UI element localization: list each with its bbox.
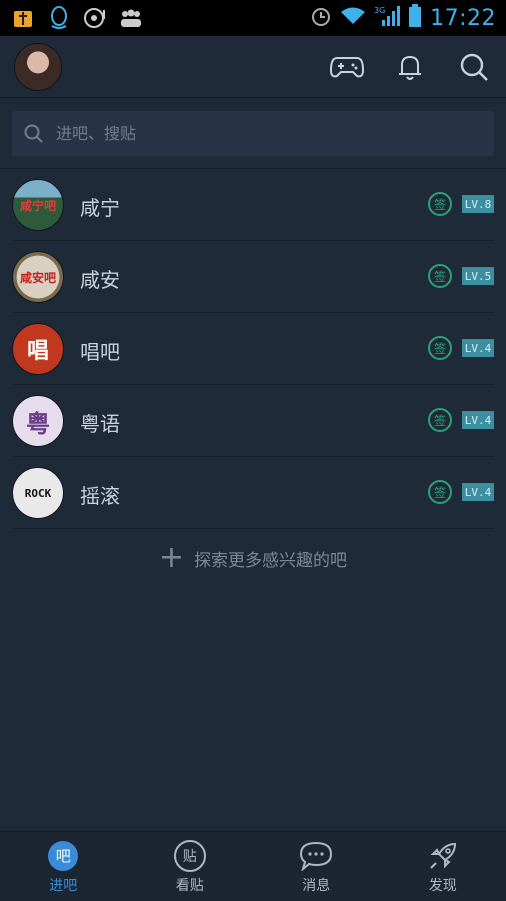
tab-view-posts[interactable]: 贴 看贴 <box>127 832 254 901</box>
search-bar[interactable] <box>12 111 494 156</box>
forum-avatar: 唱 <box>12 323 64 375</box>
group-icon <box>118 6 144 30</box>
sign-in-icon[interactable]: 签 <box>428 408 452 432</box>
sign-in-icon[interactable]: 签 <box>428 336 452 360</box>
explore-more-button[interactable]: + 探索更多感兴趣的吧 <box>0 540 506 576</box>
sign-in-icon[interactable]: 签 <box>428 192 452 216</box>
top-header <box>0 36 506 98</box>
tab-label: 看贴 <box>176 875 204 895</box>
plus-icon: + <box>159 543 184 573</box>
app-notification-icon <box>10 6 36 30</box>
explore-label: 探索更多感兴趣的吧 <box>194 546 347 571</box>
forum-name: 摇滚 <box>80 480 120 509</box>
sign-in-icon[interactable]: 签 <box>428 480 452 504</box>
list-item[interactable]: 粤 粤语 签 LV.4 <box>12 385 494 457</box>
forum-avatar: ROCK <box>12 467 64 519</box>
level-badge: LV.8 <box>462 195 494 213</box>
search-icon[interactable] <box>457 50 493 84</box>
forum-name: 唱吧 <box>80 336 120 365</box>
tab-label: 消息 <box>302 875 330 895</box>
gamepad-icon[interactable] <box>329 50 365 84</box>
forum-avatar: 咸安吧 <box>12 251 64 303</box>
svg-text:3G: 3G <box>374 6 385 15</box>
list-item[interactable]: ROCK 摇滚 签 LV.4 <box>12 457 494 529</box>
status-bar: 3G 17:22 <box>0 0 506 36</box>
forum-avatar: 咸宁吧 <box>12 179 64 231</box>
chat-icon <box>299 839 333 873</box>
list-item[interactable]: 咸安吧 咸安 签 LV.5 <box>12 241 494 313</box>
forum-name: 咸宁 <box>80 192 120 221</box>
forum-name: 粤语 <box>80 408 120 437</box>
disc-icon <box>82 6 108 30</box>
level-badge: LV.4 <box>462 411 494 429</box>
level-badge: LV.4 <box>462 339 494 357</box>
forum-tab-icon: 吧 <box>46 839 80 873</box>
rocket-icon <box>426 839 460 873</box>
wifi-icon <box>340 6 366 30</box>
tab-enter-forum[interactable]: 吧 进吧 <box>0 832 127 901</box>
user-avatar[interactable] <box>14 43 62 91</box>
forum-name: 咸安 <box>80 264 120 293</box>
forum-avatar: 粤 <box>12 395 64 447</box>
clock: 17:22 <box>430 6 496 31</box>
level-badge: LV.4 <box>462 483 494 501</box>
battery-icon <box>408 4 422 32</box>
sign-in-icon[interactable]: 签 <box>428 264 452 288</box>
tab-label: 进吧 <box>49 875 77 895</box>
bottom-tab-bar: 吧 进吧 贴 看贴 消息 发现 <box>0 831 506 901</box>
bell-icon[interactable] <box>393 50 429 84</box>
posts-tab-icon: 贴 <box>173 839 207 873</box>
alarm-icon <box>310 5 332 31</box>
tab-messages[interactable]: 消息 <box>253 832 380 901</box>
tab-discover[interactable]: 发现 <box>380 832 506 901</box>
level-badge: LV.5 <box>462 267 494 285</box>
list-item[interactable]: 咸宁吧 咸宁 签 LV.8 <box>12 169 494 241</box>
search-input[interactable] <box>54 123 458 144</box>
qq-icon <box>46 6 72 30</box>
forum-list: 咸宁吧 咸宁 签 LV.8 咸安吧 咸安 签 LV.5 唱 唱吧 签 LV.4 … <box>0 169 506 529</box>
search-icon <box>24 124 44 144</box>
tab-label: 发现 <box>429 875 457 895</box>
list-item[interactable]: 唱 唱吧 签 LV.4 <box>12 313 494 385</box>
signal-icon: 3G <box>374 5 400 31</box>
